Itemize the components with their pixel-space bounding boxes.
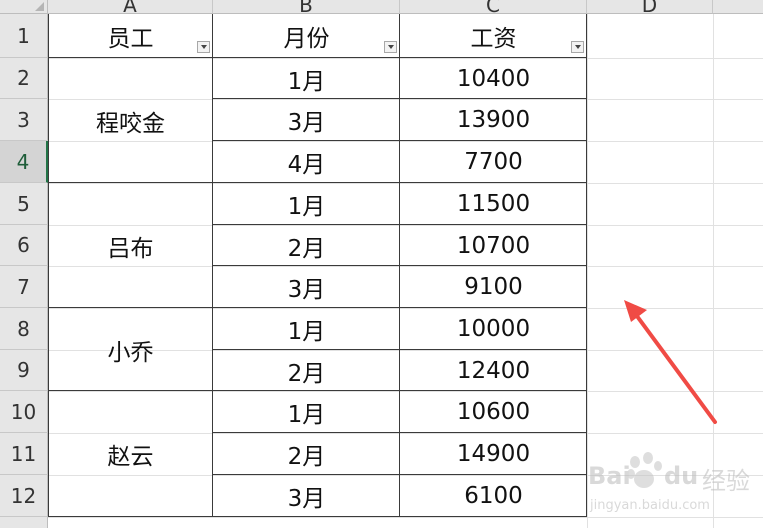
filter-dropdown-month[interactable]: [384, 41, 397, 53]
month-cell[interactable]: 1月: [213, 183, 400, 225]
salary-cell[interactable]: 14900: [400, 433, 587, 475]
employee-cell[interactable]: 程咬金: [48, 58, 213, 183]
month-cell[interactable]: 2月: [213, 433, 400, 475]
salary-cell[interactable]: 12400: [400, 350, 587, 391]
row-header-10[interactable]: 10: [0, 391, 48, 433]
month-cell[interactable]: 3月: [213, 266, 400, 308]
month-cell[interactable]: 1月: [213, 308, 400, 350]
salary-cell[interactable]: 11500: [400, 183, 587, 225]
watermark-product: 经验: [702, 467, 750, 495]
watermark-brand: Bai: [588, 462, 631, 490]
month-cell[interactable]: 3月: [213, 99, 400, 141]
header-cell-salary[interactable]: 工资: [400, 14, 587, 58]
salary-cell[interactable]: 10400: [400, 58, 587, 99]
column-header-d[interactable]: D: [587, 0, 713, 14]
select-all-triangle-icon: [35, 2, 44, 11]
month-cell[interactable]: 4月: [213, 141, 400, 183]
salary-cell[interactable]: 9100: [400, 266, 587, 308]
filter-arrow-icon: [387, 45, 394, 49]
annotation-arrow-icon: [624, 300, 717, 424]
row-header-2[interactable]: 2: [0, 58, 48, 99]
row-header-8[interactable]: 8: [0, 308, 48, 350]
baidu-jingyan-watermark: Bai du 经验 jingyan.baidu.com: [588, 448, 763, 528]
salary-cell[interactable]: 10600: [400, 391, 587, 433]
month-cell[interactable]: 2月: [213, 350, 400, 391]
column-header-c[interactable]: C: [400, 0, 587, 14]
salary-cell[interactable]: 13900: [400, 99, 587, 141]
row-header-7[interactable]: 7: [0, 266, 48, 308]
row-header-1[interactable]: 1: [0, 14, 48, 58]
column-header-e[interactable]: [713, 0, 763, 14]
watermark-brand2: du: [664, 462, 699, 490]
watermark-url: jingyan.baidu.com: [590, 498, 710, 513]
month-cell[interactable]: 3月: [213, 475, 400, 517]
employee-cell[interactable]: 吕布: [48, 183, 213, 308]
row-header-11[interactable]: 11: [0, 433, 48, 475]
column-header-b[interactable]: B: [213, 0, 400, 14]
salary-cell[interactable]: 6100: [400, 475, 587, 517]
column-header-a[interactable]: A: [48, 0, 213, 14]
row-header-5[interactable]: 5: [0, 183, 48, 225]
row-header-3[interactable]: 3: [0, 99, 48, 141]
row-header-4[interactable]: 4: [0, 141, 48, 183]
month-cell[interactable]: 1月: [213, 58, 400, 99]
month-cell[interactable]: 2月: [213, 225, 400, 266]
select-all-corner[interactable]: [0, 0, 48, 14]
row-header-6[interactable]: 6: [0, 225, 48, 266]
row-header-12[interactable]: 12: [0, 475, 48, 517]
salary-cell[interactable]: 10700: [400, 225, 587, 266]
filter-dropdown-employee[interactable]: [197, 41, 210, 53]
salary-cell[interactable]: 7700: [400, 141, 587, 183]
row-header-13[interactable]: [0, 517, 48, 528]
header-cell-employee[interactable]: 员工: [48, 14, 213, 58]
salary-cell[interactable]: 10000: [400, 308, 587, 350]
filter-arrow-icon: [200, 45, 207, 49]
header-cell-month[interactable]: 月份: [213, 14, 400, 58]
row-header-9[interactable]: 9: [0, 350, 48, 391]
filter-arrow-icon: [574, 45, 581, 49]
month-cell[interactable]: 1月: [213, 391, 400, 433]
filter-dropdown-salary[interactable]: [571, 41, 584, 53]
employee-cell[interactable]: 小乔: [48, 308, 213, 391]
employee-cell[interactable]: 赵云: [48, 391, 213, 517]
